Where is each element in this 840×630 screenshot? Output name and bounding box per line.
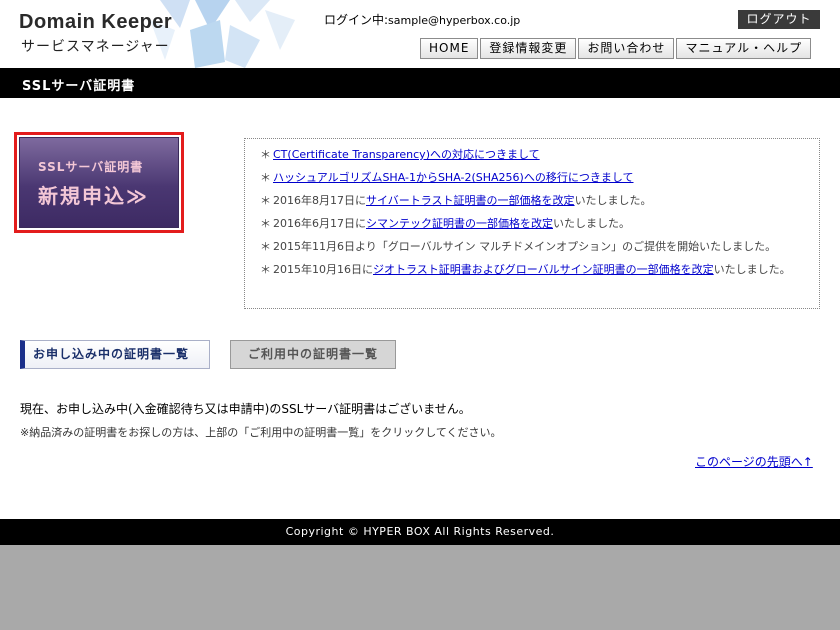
bullet-star-icon: ＊: [260, 263, 271, 276]
news-box: ＊ CT(Certificate Transparency)への対応につきまして …: [244, 138, 820, 309]
new-application-line1: SSLサーバ証明書: [38, 160, 144, 174]
news-date-text: 2016年6月17日に: [273, 217, 366, 230]
news-item: ＊ 2015年10月16日にジオトラスト証明書およびグローバルサイン証明書の一部価…: [260, 262, 803, 278]
footer: Copyright © HYPER BOX All Rights Reserve…: [0, 519, 840, 545]
news-date-text: 2015年10月16日に: [273, 263, 373, 276]
news-item: ＊ 2016年6月17日にシマンテック証明書の一部価格を改定いたしました。: [260, 216, 803, 232]
news-link[interactable]: CT(Certificate Transparency)への対応につきまして: [273, 148, 540, 161]
news-link[interactable]: ハッシュアルゴリズムSHA-1からSHA-2(SHA256)への移行につきまして: [273, 171, 634, 184]
news-text: 2015年11月6日より「グローバルサイン マルチドメインオプション」のご提供を…: [273, 240, 777, 253]
tab-active-certificates[interactable]: ご利用中の証明書一覧: [230, 340, 396, 369]
login-info: ログイン中:sample@hyperbox.co.jp: [324, 11, 520, 28]
hint-message: ※納品済みの証明書をお探しの方は、上部の「ご利用中の証明書一覧」をクリックしてく…: [20, 426, 502, 439]
tab-pending-certificates[interactable]: お申し込み中の証明書一覧: [20, 340, 210, 369]
top-navigation: HOME 登録情報変更 お問い合わせ マニュアル・ヘルプ: [420, 38, 813, 59]
nav-account-settings-button[interactable]: 登録情報変更: [480, 38, 577, 59]
new-application-button-face: SSLサーバ証明書 新規申込≫: [19, 137, 179, 228]
back-to-top-link[interactable]: このページの先頭へ↑: [695, 453, 813, 470]
news-item: ＊ CT(Certificate Transparency)への対応につきまして: [260, 147, 803, 163]
news-link[interactable]: ジオトラスト証明書およびグローバルサイン証明書の一部価格を改定: [373, 263, 714, 276]
news-item: ＊ 2015年11月6日より「グローバルサイン マルチドメインオプション」のご提供…: [260, 239, 803, 255]
nav-home-button[interactable]: HOME: [420, 38, 479, 59]
news-item: ＊ハッシュアルゴリズムSHA-1からSHA-2(SHA256)への移行につきまし…: [260, 170, 803, 186]
logout-button[interactable]: ログアウト: [738, 10, 820, 29]
news-suffix-text: いたしました。: [713, 263, 791, 276]
bullet-star-icon: ＊: [260, 148, 271, 161]
title-bar: SSLサーバ証明書: [0, 68, 840, 98]
new-application-button[interactable]: SSLサーバ証明書 新規申込≫: [14, 132, 184, 233]
news-list: ＊ CT(Certificate Transparency)への対応につきまして …: [260, 147, 803, 278]
bullet-star-icon: ＊: [260, 171, 271, 184]
bullet-star-icon: ＊: [260, 240, 271, 253]
copyright-text: Copyright © HYPER BOX All Rights Reserve…: [285, 525, 555, 538]
logo-text: Domain Keeper: [19, 11, 173, 33]
nav-contact-button[interactable]: お問い合わせ: [578, 38, 675, 59]
header-decoration: [150, 0, 295, 68]
news-suffix-text: いたしました。: [574, 194, 652, 207]
login-email: sample@hyperbox.co.jp: [388, 14, 521, 27]
logo-subtitle: サービスマネージャー: [21, 39, 170, 55]
status-message: 現在、お申し込み中(入金確認待ち又は申請中)のSSLサーバ証明書はございません。: [20, 402, 471, 416]
news-suffix-text: いたしました。: [553, 217, 630, 230]
new-application-line2: 新規申込≫: [38, 184, 149, 208]
page-body: Domain Keeper サービスマネージャー ログイン中:sample@hy…: [0, 0, 840, 519]
nav-manual-help-button[interactable]: マニュアル・ヘルプ: [676, 38, 812, 59]
bullet-star-icon: ＊: [260, 194, 271, 207]
news-link[interactable]: サイバートラスト証明書の一部価格を改定: [366, 194, 575, 207]
login-prefix: ログイン中:: [324, 13, 389, 27]
news-link[interactable]: シマンテック証明書の一部価格を改定: [366, 217, 553, 230]
news-item: ＊ 2016年8月17日にサイバートラスト証明書の一部価格を改定いたしました。: [260, 193, 803, 209]
bullet-star-icon: ＊: [260, 217, 271, 230]
site-header: Domain Keeper サービスマネージャー ログイン中:sample@hy…: [0, 0, 840, 68]
page-title: SSLサーバ証明書: [22, 79, 136, 94]
news-date-text: 2016年8月17日に: [273, 194, 366, 207]
